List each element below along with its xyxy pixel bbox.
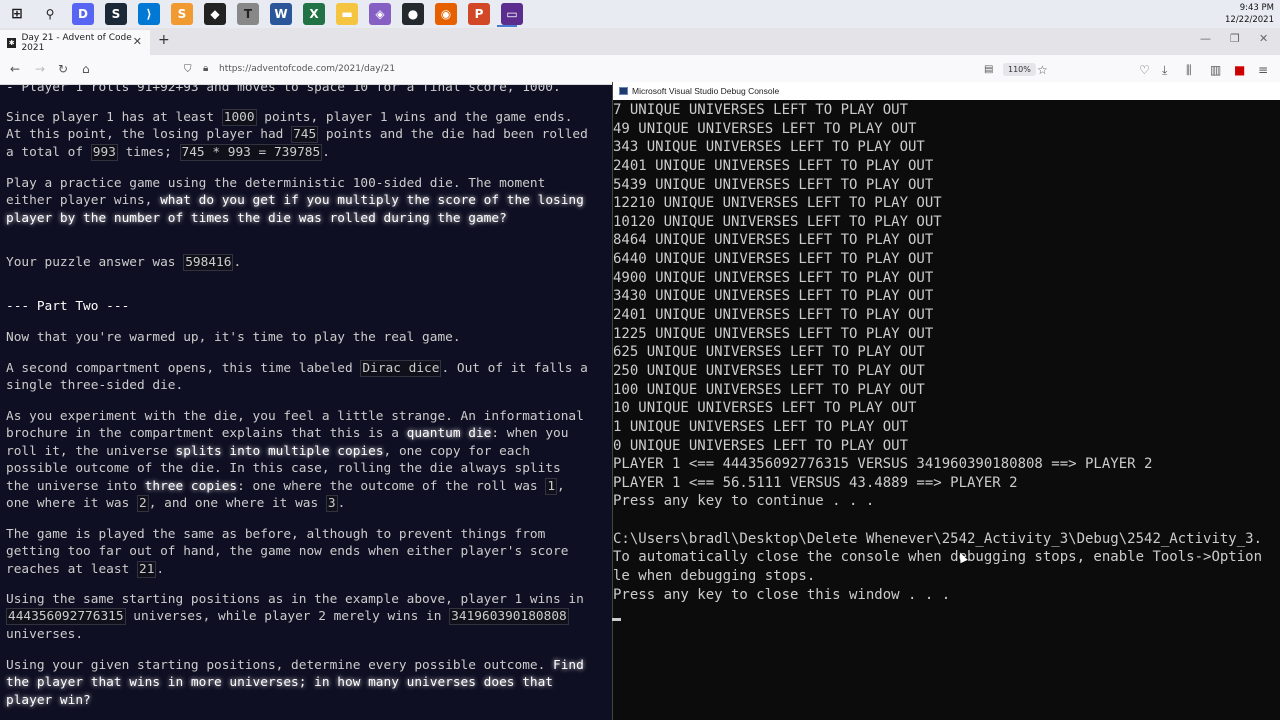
url-input[interactable]: https://adventofcode.com/2021/day/21 (219, 64, 395, 74)
clock-time: 9:43 PM (1239, 3, 1274, 13)
pocket-icon[interactable]: ♡ (1139, 63, 1150, 77)
vscode-icon[interactable]: ⟩ (138, 3, 160, 25)
console-line: 49 UNIQUE UNIVERSES LEFT TO PLAY OUT (613, 120, 917, 137)
console-line: 343 UNIQUE UNIVERSES LEFT TO PLAY OUT (613, 139, 925, 156)
lock-icon[interactable]: 🔒︎ (203, 63, 208, 74)
search-icon[interactable]: ⚲ (39, 3, 61, 25)
file-explorer-icon[interactable]: ▬ (336, 3, 358, 25)
debug-console-window[interactable]: Microsoft Visual Studio Debug Console 7 … (612, 82, 1280, 720)
active-app-indicator (497, 25, 517, 27)
tab-title: Day 21 - Advent of Code 2021 (21, 32, 132, 53)
steam-icon[interactable]: S (105, 3, 127, 25)
menu-icon[interactable]: ≡ (1258, 63, 1268, 77)
zoom-level[interactable]: 110% (1003, 63, 1036, 76)
console-line: 10120 UNIQUE UNIVERSES LEFT TO PLAY OUT (613, 213, 942, 230)
console-line: 250 UNIQUE UNIVERSES LEFT TO PLAY OUT (613, 362, 925, 379)
browser-tab-strip: ✱ Day 21 - Advent of Code 2021 ✕ + — ❐ ✕ (0, 28, 1280, 55)
console-app-icon (619, 87, 628, 95)
windows-taskbar: ⊞ ⚲ D S ⟩ S ◆ T W X ▬ ◈ ● ◉ P ▭ 9:43 PM 12/22/2021 (0, 0, 1280, 28)
maximize-icon[interactable]: ❐ (1230, 32, 1240, 45)
taskbar-icons: ⊞ ⚲ D S ⟩ S ◆ T W X ▬ ◈ ● ◉ P ▭ (0, 3, 529, 25)
typora-icon[interactable]: T (237, 3, 259, 25)
console-line: Press any key to close this window . . . (613, 586, 951, 603)
back-arrow-icon[interactable]: ← (10, 62, 20, 76)
quantum-die-paragraph: As you experiment with the die, you feel… (6, 409, 584, 513)
console-line: PLAYER 1 <== 444356092776315 VERSUS 3419… (613, 456, 1153, 473)
console-line: To automatically close the console when … (613, 549, 1263, 566)
aoc-favicon-icon: ✱ (7, 37, 17, 48)
github-icon[interactable]: ● (402, 3, 424, 25)
extension-icon[interactable]: ■ (1234, 63, 1245, 77)
aoc-puzzle-page: - Player 1 rolls 91+92+93 and moves to s… (0, 85, 612, 720)
console-line: 10 UNIQUE UNIVERSES LEFT TO PLAY OUT (613, 400, 917, 417)
word-icon[interactable]: W (270, 3, 292, 25)
console-line: 3430 UNIQUE UNIVERSES LEFT TO PLAY OUT (613, 288, 934, 305)
console-output: 7 UNIQUE UNIVERSES LEFT TO PLAY OUT 49 UN… (613, 100, 1280, 604)
sidebar-icon[interactable]: ▥ (1210, 63, 1221, 77)
close-window-icon[interactable]: ✕ (1259, 32, 1268, 45)
console-line: 8464 UNIQUE UNIVERSES LEFT TO PLAY OUT (613, 232, 934, 249)
forward-arrow-icon[interactable]: → (35, 62, 45, 76)
console-line: 100 UNIQUE UNIVERSES LEFT TO PLAY OUT (613, 381, 925, 398)
console-line: 2401 UNIQUE UNIVERSES LEFT TO PLAY OUT (613, 157, 934, 174)
taskbar-clock[interactable]: 9:43 PM 12/22/2021 (1225, 2, 1274, 26)
reload-icon[interactable]: ↻ (58, 62, 68, 76)
console-line: 6440 UNIQUE UNIVERSES LEFT TO PLAY OUT (613, 251, 934, 268)
console-line: 1 UNIQUE UNIVERSES LEFT TO PLAY OUT (613, 418, 909, 435)
console-line: le when debugging stops. (613, 568, 816, 585)
console-line: PLAYER 1 <== 56.5111 VERSUS 43.4889 ==> … (613, 474, 1018, 491)
discord-icon[interactable]: D (72, 3, 94, 25)
reader-view-icon[interactable]: ▤ (984, 64, 993, 75)
clock-date: 12/22/2021 (1225, 15, 1274, 25)
minimize-icon[interactable]: — (1200, 32, 1211, 45)
new-tab-button[interactable]: + (158, 32, 170, 48)
console-line: 5439 UNIQUE UNIVERSES LEFT TO PLAY OUT (613, 176, 934, 193)
firefox-icon[interactable]: ◉ (435, 3, 457, 25)
console-line: 0 UNIQUE UNIVERSES LEFT TO PLAY OUT (613, 437, 909, 454)
example-last-line: - Player 1 rolls 91+92+93 and moves to s… (6, 85, 561, 95)
visual-studio-icon[interactable]: ◈ (369, 3, 391, 25)
part-two-question: Using your given starting positions, det… (6, 658, 584, 708)
console-title: Microsoft Visual Studio Debug Console (632, 86, 780, 96)
console-line: 1225 UNIQUE UNIVERSES LEFT TO PLAY OUT (613, 325, 934, 342)
game-rules-paragraph: The game is played the same as before, a… (6, 527, 569, 578)
console-line: 7 UNIQUE UNIVERSES LEFT TO PLAY OUT (613, 102, 909, 118)
part-one-answer: Your puzzle answer was 598416. (6, 254, 242, 271)
console-line: 12210 UNIQUE UNIVERSES LEFT TO PLAY OUT (613, 195, 942, 212)
shield-icon[interactable]: ⛉ (184, 64, 192, 75)
part-one-question: Play a practice game using the determini… (6, 176, 584, 226)
powerpoint-icon[interactable]: P (468, 3, 490, 25)
console-line: 4900 UNIQUE UNIVERSES LEFT TO PLAY OUT (613, 269, 934, 286)
part-one-result-paragraph: Since player 1 has at least 1000 points,… (6, 109, 588, 161)
excel-icon[interactable]: X (303, 3, 325, 25)
part-two-intro: Now that you're warmed up, it's time to … (6, 330, 461, 345)
console-line: Press any key to continue . . . (613, 493, 875, 510)
browser-tab-active[interactable]: ✱ Day 21 - Advent of Code 2021 ✕ (0, 30, 150, 55)
console-line: 625 UNIQUE UNIVERSES LEFT TO PLAY OUT (613, 344, 925, 361)
example-result-paragraph: Using the same starting positions as in … (6, 592, 584, 642)
console-app-icon[interactable]: ▭ (501, 3, 523, 25)
tab-close-icon[interactable]: ✕ (133, 35, 142, 48)
console-line: C:\Users\bradl\Desktop\Delete Whenever\2… (613, 530, 1263, 547)
library-icon[interactable]: ⫼ (1186, 63, 1192, 78)
unity-icon[interactable]: ◆ (204, 3, 226, 25)
console-text-cursor (612, 618, 621, 621)
console-line: 2401 UNIQUE UNIVERSES LEFT TO PLAY OUT (613, 307, 934, 324)
part-two-heading: --- Part Two --- (6, 299, 130, 314)
windows-start-icon[interactable]: ⊞ (6, 3, 28, 25)
home-icon[interactable]: ⌂ (82, 62, 90, 76)
download-icon[interactable]: ⤓ (1162, 63, 1167, 78)
browser-nav-bar: ← → ↻ ⌂ ⛉ 🔒︎ https://adventofcode.com/20… (0, 55, 1280, 85)
dirac-dice-paragraph: A second compartment opens, this time la… (6, 360, 588, 394)
bookmark-star-icon[interactable]: ☆ (1037, 63, 1048, 77)
sublime-icon[interactable]: S (171, 3, 193, 25)
console-titlebar[interactable]: Microsoft Visual Studio Debug Console (613, 82, 1280, 100)
